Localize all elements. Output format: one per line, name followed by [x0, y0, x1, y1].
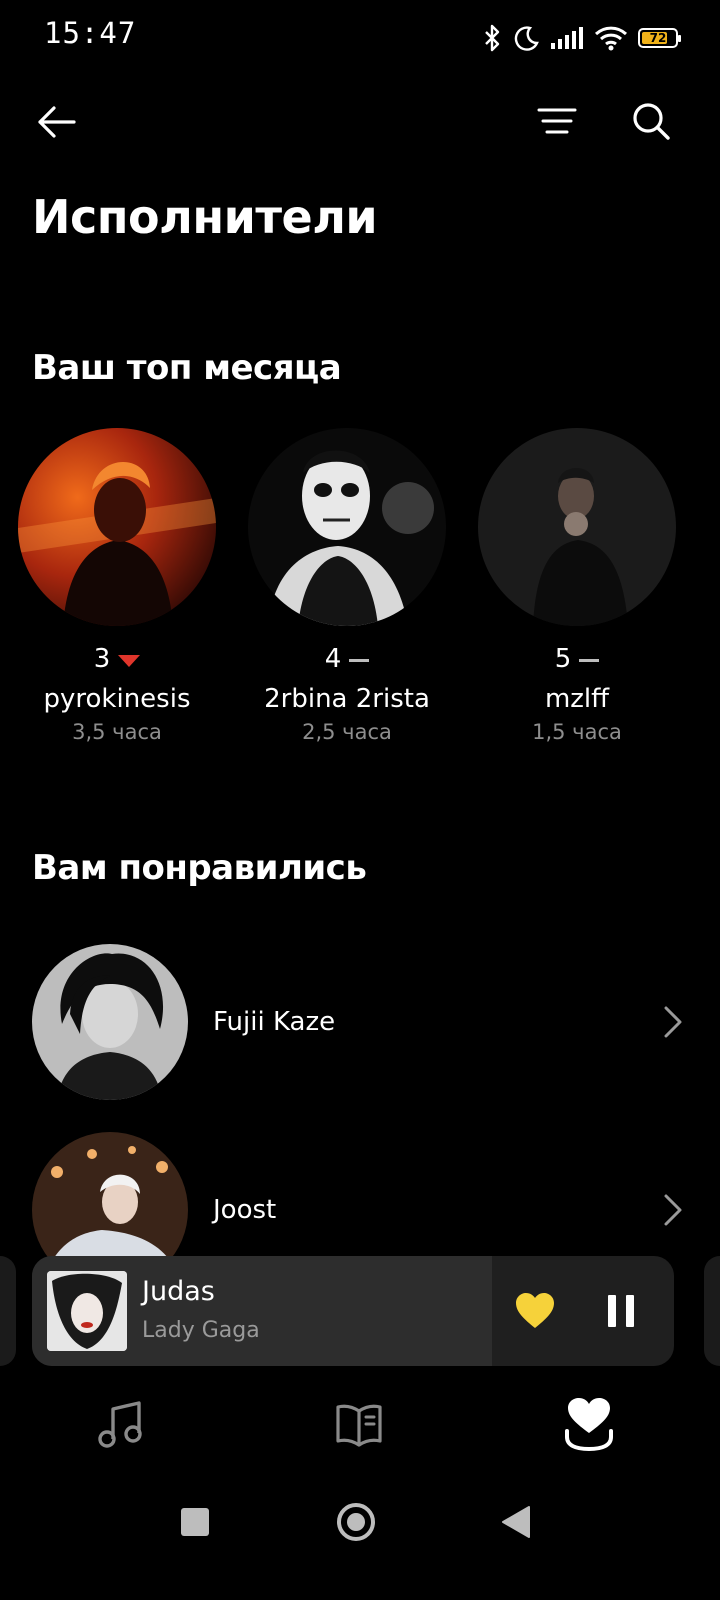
- search-button[interactable]: [628, 98, 674, 144]
- listen-time: 3,5 часа: [72, 720, 162, 744]
- like-heart-icon: [516, 1293, 554, 1328]
- artist-name: Joost: [213, 1195, 277, 1225]
- sort-icon: [537, 108, 577, 134]
- artist-name: pyrokinesis: [43, 684, 191, 714]
- track-title: Judas: [142, 1276, 215, 1307]
- page-title: Исполнители: [32, 190, 378, 244]
- list-item[interactable]: Fujii Kaze: [32, 942, 688, 1102]
- pause-button[interactable]: [596, 1286, 646, 1336]
- music-note-icon: [98, 1401, 142, 1448]
- rank-row: 3: [2, 644, 232, 674]
- bluetooth-icon: [485, 24, 500, 52]
- library-book-icon: [336, 1404, 382, 1447]
- status-time: 15:47: [44, 16, 137, 50]
- battery-icon: 72: [638, 28, 681, 48]
- signal-icon: [551, 27, 583, 49]
- top-month-title: Ваш топ месяца: [32, 348, 342, 388]
- like-button[interactable]: [510, 1286, 560, 1336]
- artist-name: Fujii Kaze: [213, 1007, 336, 1037]
- moon-icon: [514, 26, 539, 51]
- rank-unchanged-icon: [579, 658, 600, 662]
- back-button[interactable]: [30, 100, 82, 144]
- recents-button[interactable]: [170, 1500, 220, 1544]
- rank-unchanged-icon: [349, 658, 370, 662]
- artist-name: 2rbina 2rista: [264, 684, 430, 714]
- wifi-icon: [594, 26, 628, 51]
- top-artist-card[interactable]: 5 mzlff 1,5 часа: [462, 428, 692, 744]
- player-track-info[interactable]: Judas Lady Gaga: [32, 1256, 492, 1366]
- bottom-nav: [0, 1388, 720, 1458]
- album-cover: [47, 1271, 127, 1351]
- recents-square-icon: [181, 1508, 209, 1536]
- top-artist-card[interactable]: 3 pyrokinesis 3,5 часа: [2, 428, 232, 744]
- nav-music[interactable]: [86, 1394, 156, 1454]
- artist-avatar: [32, 944, 188, 1100]
- chevron-right-icon: [658, 1002, 688, 1042]
- artist-avatar: [478, 428, 676, 626]
- search-icon: [633, 103, 670, 140]
- liked-title: Вам понравились: [32, 848, 367, 888]
- pause-icon: [608, 1295, 634, 1327]
- track-artist: Lady Gaga: [142, 1318, 260, 1343]
- next-track-peek[interactable]: [704, 1256, 720, 1366]
- rank-number: 3: [93, 644, 111, 674]
- nav-collection[interactable]: [554, 1392, 624, 1456]
- nav-library[interactable]: [324, 1394, 394, 1454]
- rank-row: 4: [232, 644, 462, 674]
- previous-track-peek[interactable]: [0, 1256, 16, 1366]
- artist-name: mzlff: [544, 684, 610, 714]
- system-nav: [0, 1490, 720, 1550]
- home-button[interactable]: [330, 1496, 382, 1548]
- system-back-button[interactable]: [492, 1500, 540, 1544]
- collection-heart-icon: [565, 1398, 613, 1451]
- mini-player[interactable]: Judas Lady Gaga: [32, 1256, 674, 1366]
- sort-button[interactable]: [534, 100, 580, 144]
- back-triangle-icon: [502, 1506, 530, 1538]
- listen-time: 2,5 часа: [302, 720, 392, 744]
- back-arrow-icon: [38, 106, 76, 138]
- status-icons: 72: [480, 22, 681, 54]
- artist-avatar: [18, 428, 216, 626]
- listen-time: 1,5 часа: [532, 720, 622, 744]
- home-circle-icon: [337, 1503, 375, 1541]
- rank-number: 5: [554, 644, 572, 674]
- rank-number: 4: [324, 644, 342, 674]
- chevron-right-icon: [658, 1190, 688, 1230]
- top-artist-card[interactable]: 4 2rbina 2rista 2,5 часа: [232, 428, 462, 744]
- rank-down-icon: [118, 655, 141, 667]
- rank-row: 5: [462, 644, 692, 674]
- battery-level: 72: [649, 31, 667, 45]
- artist-avatar: [248, 428, 446, 626]
